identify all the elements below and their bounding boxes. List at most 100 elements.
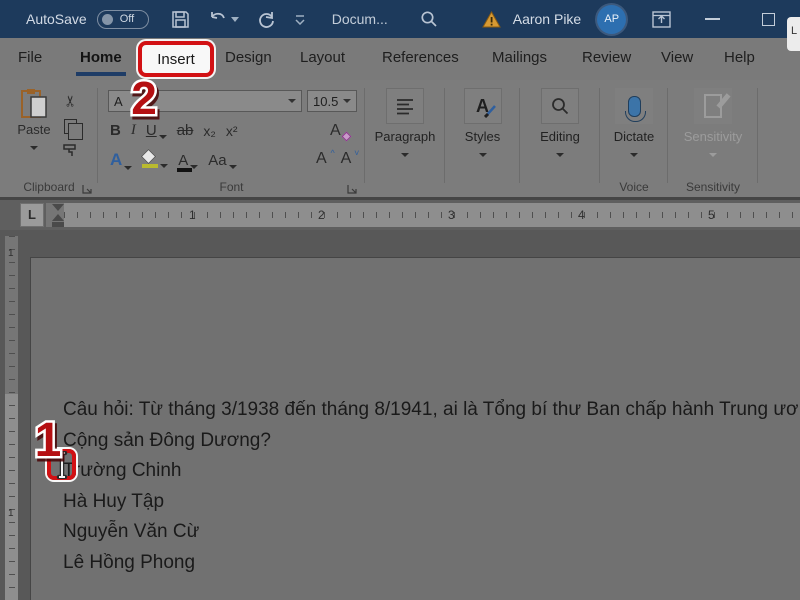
autosave-state: Off xyxy=(120,13,134,25)
highlight-dropdown-icon[interactable] xyxy=(160,164,168,168)
italic-button[interactable]: I xyxy=(131,122,136,139)
redo-button[interactable] xyxy=(257,10,276,29)
left-indent-marker[interactable] xyxy=(52,222,64,227)
microphone-icon xyxy=(628,96,641,117)
doc-line-answer-1: Trường Chinh xyxy=(63,456,800,487)
toggle-knob xyxy=(102,14,113,25)
shrink-font-button[interactable]: A˅ xyxy=(341,150,352,168)
step-2-number: 2 xyxy=(131,72,157,124)
chevron-down-icon xyxy=(343,99,351,103)
sensitivity-group: Sensitivity Sensitivity xyxy=(668,80,758,197)
minimize-button[interactable] xyxy=(705,18,720,20)
search-icon xyxy=(420,10,438,28)
vruler-ticks xyxy=(9,236,15,600)
ruler-ticks xyxy=(64,212,800,218)
styles-button[interactable]: A Styles xyxy=(445,88,520,162)
font-row-basic: B I U ab x₂ x² xyxy=(110,122,237,139)
tab-review[interactable]: Review xyxy=(582,49,631,66)
paste-button[interactable]: Paste xyxy=(12,88,56,155)
font-row-color: A A Aa xyxy=(110,150,237,170)
ruler-number: 5 xyxy=(708,208,715,222)
autosave-toggle[interactable]: Off xyxy=(97,10,149,29)
tab-layout[interactable]: Layout xyxy=(300,49,345,66)
tab-file[interactable]: File xyxy=(18,49,42,66)
strikethrough-button[interactable]: ab xyxy=(177,122,194,139)
highlight-button[interactable] xyxy=(142,152,168,168)
customize-toolbar-button[interactable] xyxy=(294,13,306,25)
horizontal-ruler[interactable]: 1 2 3 4 5 xyxy=(46,203,800,227)
copy-button[interactable] xyxy=(64,119,77,134)
editing-button[interactable]: Editing xyxy=(520,88,600,162)
doc-line-answer-4: Lê Hồng Phong xyxy=(63,548,800,579)
tab-home[interactable]: Home xyxy=(80,49,122,66)
dictate-button[interactable]: Dictate xyxy=(600,88,668,162)
paste-dropdown-icon[interactable] xyxy=(30,146,38,150)
maximize-button[interactable] xyxy=(762,13,775,26)
tab-view[interactable]: View xyxy=(661,49,693,66)
eraser-icon xyxy=(341,132,351,142)
clipboard-dialog-launcher[interactable] xyxy=(82,184,92,194)
save-button[interactable] xyxy=(171,10,190,29)
sensitivity-icon xyxy=(704,94,722,118)
tab-mailings[interactable]: Mailings xyxy=(492,49,547,66)
font-group-label: Font xyxy=(98,180,365,194)
font-color-button[interactable]: A xyxy=(178,152,198,169)
user-name[interactable]: Aaron Pike xyxy=(513,11,581,27)
text-effects-button[interactable]: A xyxy=(110,150,132,170)
font-size-combobox[interactable]: 10.5 xyxy=(307,90,357,112)
text-effects-dropdown-icon[interactable] xyxy=(124,166,132,170)
highlighter-icon xyxy=(142,152,158,168)
cut-button[interactable]: ✂ xyxy=(61,95,79,108)
ribbon-display-options-button[interactable] xyxy=(652,11,671,28)
first-line-indent-marker[interactable] xyxy=(52,204,64,211)
ribbon-display-icon xyxy=(652,11,671,28)
voice-group-label: Voice xyxy=(600,180,668,194)
step-2-badge: 2 xyxy=(116,72,172,124)
tab-stop-selector[interactable]: L xyxy=(20,203,44,227)
brush-icon xyxy=(484,104,498,118)
subscript-button[interactable]: x₂ xyxy=(203,123,215,139)
bold-button[interactable]: B xyxy=(110,122,121,139)
clipboard-small-buttons: ✂ xyxy=(62,92,78,158)
undo-button[interactable] xyxy=(208,10,239,28)
underline-dropdown-icon[interactable] xyxy=(159,135,167,139)
clipped-right-button[interactable]: L xyxy=(787,17,800,51)
tab-references[interactable]: References xyxy=(382,49,459,66)
superscript-button[interactable]: x² xyxy=(226,123,238,139)
chevron-bar-icon xyxy=(294,13,306,25)
dictate-dropdown-icon xyxy=(630,153,638,157)
sensitivity-button[interactable]: Sensitivity xyxy=(668,88,758,162)
chevron-down-icon xyxy=(288,99,296,103)
hanging-indent-marker[interactable] xyxy=(52,214,64,221)
font-size-buttons: A^ A˅ xyxy=(316,150,351,168)
document-title[interactable]: Docum... xyxy=(332,11,388,27)
tab-help[interactable]: Help xyxy=(724,49,755,66)
underline-button[interactable]: U xyxy=(146,122,167,139)
doc-line-answer-3: Nguyễn Văn Cừ xyxy=(63,517,800,548)
grow-font-button[interactable]: A^ xyxy=(316,150,327,168)
doc-line-answer-2: Hà Huy Tập xyxy=(63,487,800,518)
document-page[interactable]: Câu hỏi: Từ tháng 3/1938 đến tháng 8/194… xyxy=(30,257,800,600)
font-dialog-launcher[interactable] xyxy=(347,184,357,194)
find-icon xyxy=(550,96,570,116)
warning-triangle-icon xyxy=(482,11,501,28)
ruler-row: L 1 2 3 4 5 xyxy=(0,200,800,230)
editing-group: Editing xyxy=(520,80,600,197)
clear-formatting-button[interactable]: A xyxy=(330,122,341,140)
titlebar: AutoSave Off Doc xyxy=(0,0,800,38)
vertical-ruler[interactable]: 1 1 xyxy=(5,236,18,600)
ruler-number: 4 xyxy=(578,208,585,222)
change-case-dropdown-icon[interactable] xyxy=(229,165,237,169)
tab-design[interactable]: Design xyxy=(225,49,272,66)
voice-group: Dictate Voice xyxy=(600,80,668,197)
styles-group: A Styles xyxy=(445,80,520,197)
search-button[interactable] xyxy=(420,10,438,28)
paragraph-button[interactable]: Paragraph xyxy=(365,88,445,162)
indent-markers[interactable] xyxy=(52,204,64,227)
alert-indicator[interactable] xyxy=(482,11,501,28)
avatar[interactable]: AP xyxy=(597,5,626,34)
change-case-button[interactable]: Aa xyxy=(208,152,236,169)
format-painter-button[interactable] xyxy=(62,143,78,158)
save-icon xyxy=(171,10,190,29)
undo-dropdown-icon[interactable] xyxy=(231,17,239,22)
